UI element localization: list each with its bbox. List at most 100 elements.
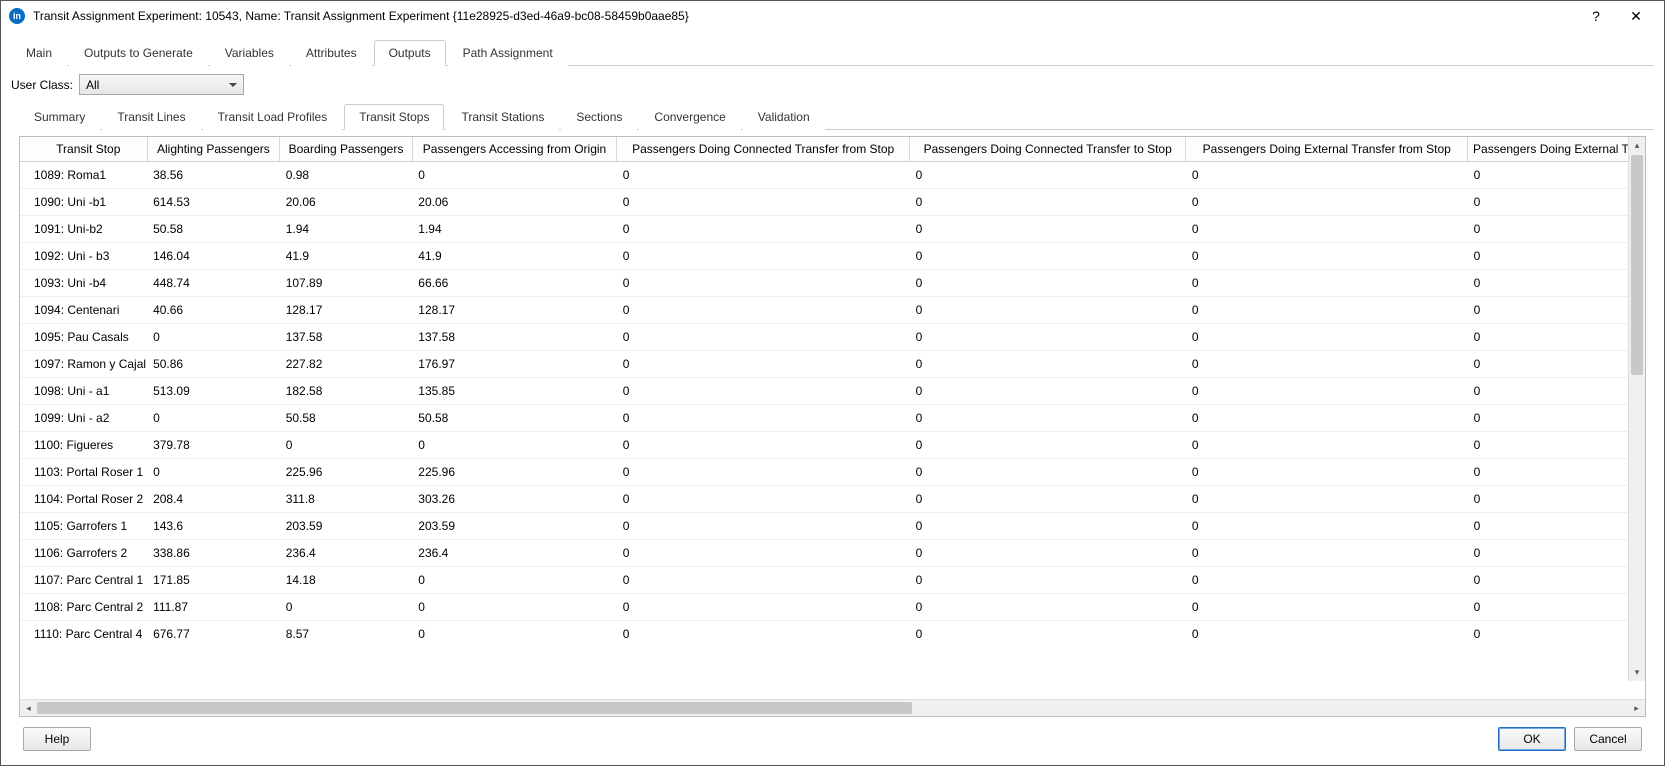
- column-header[interactable]: Passengers Doing Connected Transfer from…: [617, 137, 910, 162]
- cell-extfrom: 0: [1186, 324, 1468, 351]
- cell-to: 0: [910, 486, 1186, 513]
- cancel-button[interactable]: Cancel: [1574, 727, 1642, 751]
- scroll-right-icon[interactable]: ▸: [1628, 700, 1645, 717]
- column-header[interactable]: Transit Stop: [20, 137, 147, 162]
- main-tab-outputs[interactable]: Outputs: [374, 40, 446, 66]
- table-row[interactable]: 1099: Uni - a2050.5850.580000: [20, 405, 1645, 432]
- sub-tab-transit-stations[interactable]: Transit Stations: [446, 104, 559, 130]
- sub-tab-sections[interactable]: Sections: [561, 104, 637, 130]
- table-row[interactable]: 1100: Figueres379.78000000: [20, 432, 1645, 459]
- main-tab-row: MainOutputs to GenerateVariablesAttribut…: [11, 39, 1654, 66]
- ok-button[interactable]: OK: [1498, 727, 1566, 751]
- column-header[interactable]: Passengers Doing External Tra: [1468, 137, 1645, 162]
- sub-tab-transit-load-profiles[interactable]: Transit Load Profiles: [203, 104, 343, 130]
- user-class-select[interactable]: All: [79, 74, 244, 95]
- table-row[interactable]: 1091: Uni-b250.581.941.940000: [20, 216, 1645, 243]
- table-row[interactable]: 1110: Parc Central 4676.778.5700000: [20, 621, 1645, 648]
- cell-board: 20.06: [280, 189, 413, 216]
- user-class-row: User Class: All: [11, 74, 1654, 95]
- table-row[interactable]: 1106: Garrofers 2338.86236.4236.40000: [20, 540, 1645, 567]
- horizontal-scrollbar[interactable]: ◂ ▸: [20, 699, 1645, 716]
- main-tab-path-assignment[interactable]: Path Assignment: [448, 40, 568, 66]
- table-row[interactable]: 1104: Portal Roser 2208.4311.8303.260000: [20, 486, 1645, 513]
- table-row[interactable]: 1105: Garrofers 1143.6203.59203.590000: [20, 513, 1645, 540]
- cell-orig: 41.9: [412, 243, 616, 270]
- scroll-up-icon[interactable]: ▴: [1629, 137, 1645, 154]
- cell-stop: 1090: Uni -b1: [20, 189, 147, 216]
- cell-stop: 1092: Uni - b3: [20, 243, 147, 270]
- cell-stop: 1091: Uni-b2: [20, 216, 147, 243]
- cell-to: 0: [910, 405, 1186, 432]
- sub-tab-validation[interactable]: Validation: [743, 104, 825, 130]
- cell-extto: 0: [1468, 297, 1645, 324]
- cell-stop: 1108: Parc Central 2: [20, 594, 147, 621]
- close-icon[interactable]: ✕: [1616, 2, 1656, 30]
- column-header[interactable]: Boarding Passengers: [280, 137, 413, 162]
- table-row[interactable]: 1095: Pau Casals0137.58137.580000: [20, 324, 1645, 351]
- hscroll-thumb[interactable]: [37, 702, 912, 714]
- cell-extfrom: 0: [1186, 621, 1468, 648]
- cell-alight: 38.56: [147, 162, 280, 189]
- main-tab-attributes[interactable]: Attributes: [291, 40, 372, 66]
- main-tab-main[interactable]: Main: [11, 40, 67, 66]
- user-class-label: User Class:: [11, 78, 73, 92]
- sub-tab-convergence[interactable]: Convergence: [639, 104, 740, 130]
- cell-stop: 1094: Centenari: [20, 297, 147, 324]
- cell-extto: 0: [1468, 513, 1645, 540]
- help-icon[interactable]: ?: [1576, 2, 1616, 30]
- cell-board: 1.94: [280, 216, 413, 243]
- user-class-value: All: [86, 78, 99, 92]
- scroll-down-icon[interactable]: ▾: [1629, 664, 1645, 681]
- table-row[interactable]: 1089: Roma138.560.9800000: [20, 162, 1645, 189]
- column-header[interactable]: Alighting Passengers: [147, 137, 280, 162]
- cell-extfrom: 0: [1186, 297, 1468, 324]
- cell-to: 0: [910, 621, 1186, 648]
- sub-tab-summary[interactable]: Summary: [19, 104, 100, 130]
- table-row[interactable]: 1107: Parc Central 1171.8514.1800000: [20, 567, 1645, 594]
- column-header[interactable]: Passengers Accessing from Origin: [412, 137, 616, 162]
- main-tab-outputs-to-generate[interactable]: Outputs to Generate: [69, 40, 208, 66]
- dialog-window: in Transit Assignment Experiment: 10543,…: [0, 0, 1665, 766]
- cell-stop: 1100: Figueres: [20, 432, 147, 459]
- cell-alight: 50.86: [147, 351, 280, 378]
- cell-stop: 1104: Portal Roser 2: [20, 486, 147, 513]
- cell-extto: 0: [1468, 270, 1645, 297]
- table-row[interactable]: 1090: Uni -b1614.5320.0620.060000: [20, 189, 1645, 216]
- table-row[interactable]: 1098: Uni - a1513.09182.58135.850000: [20, 378, 1645, 405]
- cell-to: 0: [910, 513, 1186, 540]
- hscroll-track[interactable]: [37, 700, 1628, 716]
- cell-to: 0: [910, 189, 1186, 216]
- cell-stop: 1099: Uni - a2: [20, 405, 147, 432]
- cell-extfrom: 0: [1186, 432, 1468, 459]
- cell-alight: 40.66: [147, 297, 280, 324]
- help-button[interactable]: Help: [23, 727, 91, 751]
- vertical-scrollbar[interactable]: ▴ ▾: [1628, 137, 1645, 681]
- table-row[interactable]: 1093: Uni -b4448.74107.8966.660000: [20, 270, 1645, 297]
- cell-stop: 1093: Uni -b4: [20, 270, 147, 297]
- cell-board: 203.59: [280, 513, 413, 540]
- column-header[interactable]: Passengers Doing External Transfer from …: [1186, 137, 1468, 162]
- cell-extto: 0: [1468, 486, 1645, 513]
- table-row[interactable]: 1092: Uni - b3146.0441.941.90000: [20, 243, 1645, 270]
- cell-board: 14.18: [280, 567, 413, 594]
- cell-extfrom: 0: [1186, 567, 1468, 594]
- table-row[interactable]: 1108: Parc Central 2111.87000000: [20, 594, 1645, 621]
- sub-tab-transit-lines[interactable]: Transit Lines: [102, 104, 200, 130]
- cell-stop: 1105: Garrofers 1: [20, 513, 147, 540]
- column-header[interactable]: Passengers Doing Connected Transfer to S…: [910, 137, 1186, 162]
- cell-extfrom: 0: [1186, 459, 1468, 486]
- main-tab-variables[interactable]: Variables: [210, 40, 289, 66]
- vscroll-thumb[interactable]: [1631, 155, 1643, 375]
- cell-to: 0: [910, 270, 1186, 297]
- cell-alight: 171.85: [147, 567, 280, 594]
- table-row[interactable]: 1094: Centenari40.66128.17128.170000: [20, 297, 1645, 324]
- sub-tab-transit-stops[interactable]: Transit Stops: [344, 104, 444, 130]
- cell-board: 311.8: [280, 486, 413, 513]
- cell-from: 0: [617, 189, 910, 216]
- cell-to: 0: [910, 324, 1186, 351]
- table-row[interactable]: 1103: Portal Roser 10225.96225.960000: [20, 459, 1645, 486]
- button-row: Help OK Cancel: [11, 717, 1654, 761]
- scroll-left-icon[interactable]: ◂: [20, 700, 37, 717]
- cell-extto: 0: [1468, 378, 1645, 405]
- table-row[interactable]: 1097: Ramon y Cajal - 250.86227.82176.97…: [20, 351, 1645, 378]
